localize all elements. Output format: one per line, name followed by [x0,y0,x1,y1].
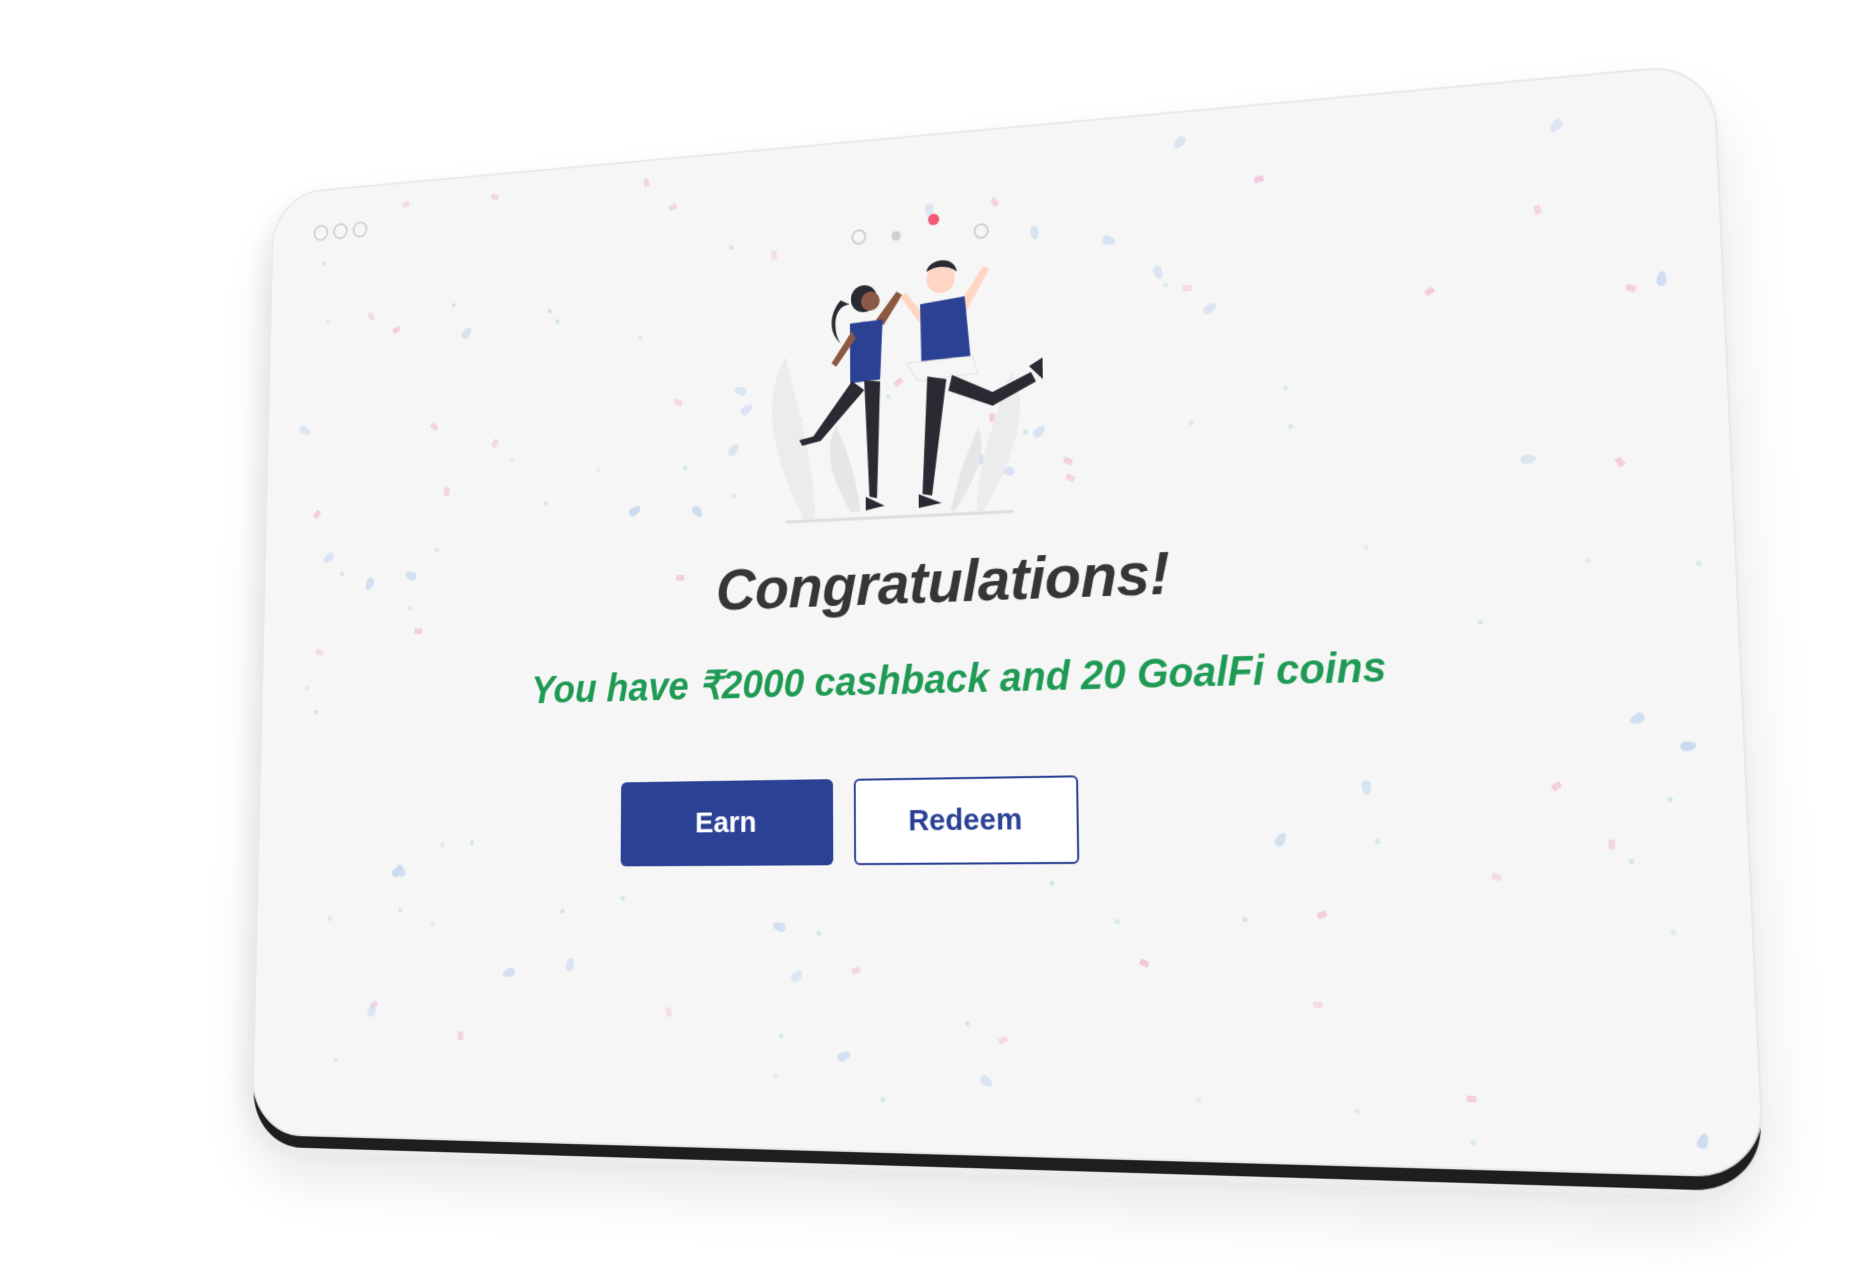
confetti-piece [1151,264,1165,281]
confetti-piece [1182,284,1192,292]
confetti-piece [1138,958,1150,968]
confetti-piece [1628,710,1647,726]
confetti-piece [554,318,561,325]
confetti-piece [1519,453,1536,465]
confetti-piece [1656,271,1668,287]
confetti-piece [1665,796,1674,804]
confetti-piece [1695,1131,1711,1151]
confetti-piece [324,318,331,325]
confetti-piece [1287,423,1295,431]
confetti-piece [367,311,376,322]
confetti-piece [298,425,312,438]
confetti-piece [1466,1095,1477,1103]
confetti-piece [627,503,642,518]
confetti-piece [771,920,787,933]
confetti-piece [1283,385,1289,391]
confetti-piece [664,1007,673,1018]
confetti-piece [450,302,456,309]
confetti-piece [1114,918,1121,925]
confetti-piece [326,914,333,922]
confetti-piece [1374,837,1382,846]
confetti-piece [1614,456,1627,469]
redeem-button[interactable]: Redeem [853,775,1080,866]
confetti-piece [559,908,566,915]
confetti-piece [429,422,439,432]
action-buttons: Earn Redeem [620,775,1118,867]
confetti-piece [468,839,475,846]
confetti-piece [1551,780,1564,792]
confetti-piece [879,1095,887,1103]
confetti-piece [321,260,327,267]
confetti-piece [564,956,576,973]
confetti-piece [1316,909,1328,920]
confetti-piece [595,467,602,474]
confetti-piece [542,501,549,507]
confetti-piece [851,965,862,975]
confetti-piece [332,1057,339,1065]
confetti-piece [430,921,436,927]
confetti-piece [1354,1108,1361,1115]
confetti-piece [1187,419,1195,427]
confetti-piece [788,968,805,985]
confetti-piece [668,202,678,212]
confetti-piece [1195,1096,1203,1104]
confetti-piece [997,1035,1009,1046]
confetti-piece [1171,134,1188,151]
confetti-piece [1547,117,1565,135]
confetti-piece [314,648,324,657]
confetti-piece [1361,780,1372,796]
confetti-piece [1048,879,1056,887]
confetti-piece [1533,203,1543,215]
confetti-piece [1669,928,1677,936]
confetti-piece [1476,618,1484,626]
confetti-piece [490,438,500,449]
earn-button[interactable]: Earn [620,779,834,867]
confetti-piece [459,325,474,341]
confetti-piece [620,895,626,902]
confetti-piece [977,1073,995,1090]
confetti-piece [321,550,336,566]
confetti-piece [434,547,440,553]
confetti-piece [1625,284,1638,293]
confetti-piece [396,907,403,914]
device-frame: Congratulations! You have ₹2000 cashback… [251,62,1766,1179]
confetti-piece [457,1031,463,1040]
confetti-piece [546,308,553,315]
confetti-piece [509,456,515,462]
confetti-piece [1272,830,1289,848]
confetti-piece [1423,286,1436,297]
confetti-piece [682,465,688,472]
confetti-piece [1469,1139,1476,1146]
confetti-piece [772,1072,779,1080]
confetti-piece [1254,174,1265,183]
confetti-piece [1607,838,1616,850]
confetti-piece [391,325,401,335]
confetti-piece [489,192,499,202]
confetti-piece [439,841,446,848]
confetti-piece [637,334,643,341]
confetti-piece [815,929,822,936]
confetti-piece [777,1032,785,1040]
confetti-piece [1241,915,1249,923]
confetti-piece [1627,858,1635,865]
confetti-piece [1100,234,1117,248]
stage: Congratulations! You have ₹2000 cashback… [0,0,1868,1273]
confetti-piece [1680,740,1698,752]
confetti-piece [1312,1001,1323,1009]
confetti-piece [835,1049,852,1064]
confetti-piece [1201,301,1219,317]
celebrating-people-illustration [771,213,1043,533]
confetti-piece [501,966,516,979]
confetti-piece [690,504,705,520]
confetti-piece [1491,872,1503,883]
confetti-piece [643,178,650,188]
confetti-piece [1161,281,1169,289]
confetti-piece [401,200,411,209]
confetti-piece [673,398,684,407]
confetti-piece [444,487,450,496]
confetti-piece [963,1019,971,1028]
confetti-piece [312,509,321,520]
